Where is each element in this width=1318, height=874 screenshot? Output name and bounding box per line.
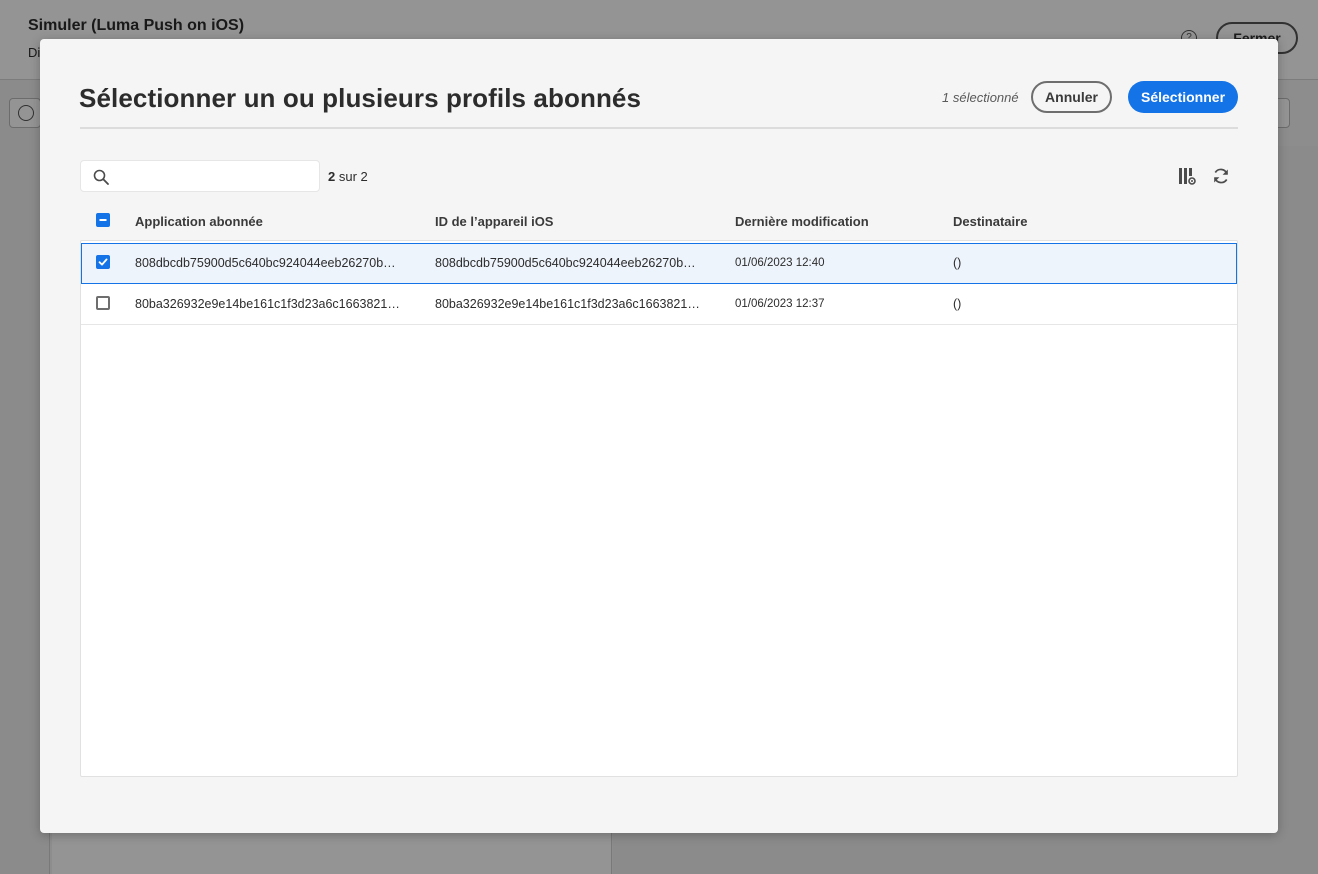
table-row[interactable]: 808dbcdb75900d5c640bc924044eeb26270b… 80… bbox=[81, 243, 1237, 284]
result-count-total: sur 2 bbox=[338, 169, 368, 184]
column-header-app[interactable]: Application abonnée bbox=[135, 214, 263, 229]
search-input[interactable] bbox=[117, 165, 313, 189]
refresh-icon[interactable] bbox=[1211, 166, 1231, 186]
checkbox-indeterminate-icon bbox=[99, 219, 107, 221]
result-count: 2 sur 2 bbox=[328, 169, 368, 184]
table-row[interactable]: 80ba326932e9e14be161c1f3d23a6c166382128…… bbox=[81, 284, 1237, 325]
column-header-recipient[interactable]: Destinataire bbox=[953, 214, 1027, 229]
table-body: 808dbcdb75900d5c640bc924044eeb26270b… 80… bbox=[80, 240, 1238, 777]
row-checkbox[interactable] bbox=[96, 255, 110, 269]
selected-count: 1 sélectionné bbox=[942, 90, 1019, 105]
row-checkbox[interactable] bbox=[96, 296, 110, 310]
search-box[interactable] bbox=[80, 160, 320, 192]
search-icon bbox=[93, 169, 109, 185]
profiles-table: Application abonnée ID de l’appareil iOS… bbox=[80, 203, 1238, 777]
header-divider bbox=[80, 127, 1238, 129]
column-settings-icon[interactable] bbox=[1177, 166, 1197, 186]
cancel-button[interactable]: Annuler bbox=[1031, 81, 1112, 113]
column-header-device-id[interactable]: ID de l’appareil iOS bbox=[435, 214, 553, 229]
checkmark-icon bbox=[98, 258, 108, 266]
cell-recipient: () bbox=[953, 297, 962, 311]
dialog-title: Sélectionner un ou plusieurs profils abo… bbox=[79, 83, 642, 113]
cell-app: 80ba326932e9e14be161c1f3d23a6c166382128… bbox=[135, 297, 403, 311]
result-count-shown: 2 bbox=[328, 169, 336, 184]
cell-device-id: 808dbcdb75900d5c640bc924044eeb26270b… bbox=[435, 256, 696, 270]
cell-modified: 01/06/2023 12:37 bbox=[735, 298, 825, 310]
select-profiles-dialog: Sélectionner un ou plusieurs profils abo… bbox=[40, 39, 1278, 833]
table-header: Application abonnée ID de l’appareil iOS… bbox=[80, 203, 1238, 241]
cell-app: 808dbcdb75900d5c640bc924044eeb26270b… bbox=[135, 256, 396, 270]
cell-device-id: 80ba326932e9e14be161c1f3d23a6c166382128… bbox=[435, 297, 703, 311]
cell-recipient: () bbox=[953, 256, 962, 270]
select-all-checkbox[interactable] bbox=[96, 213, 110, 227]
select-button[interactable]: Sélectionner bbox=[1128, 81, 1238, 113]
column-header-modified[interactable]: Dernière modification bbox=[735, 214, 869, 229]
cell-modified: 01/06/2023 12:40 bbox=[735, 257, 825, 269]
